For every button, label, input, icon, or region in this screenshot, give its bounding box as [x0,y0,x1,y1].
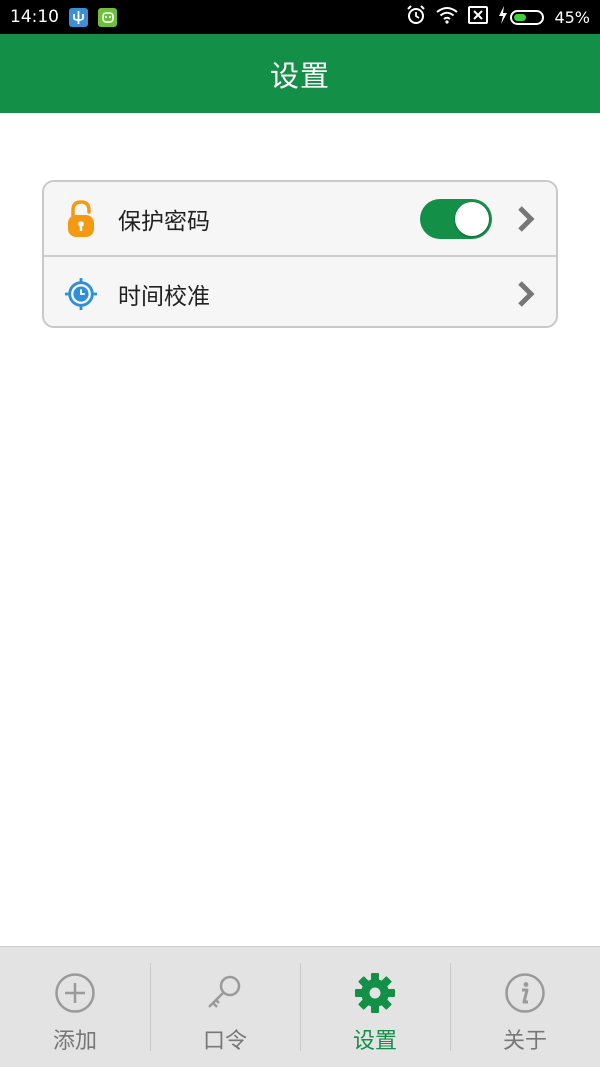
alarm-icon [406,5,426,29]
app-header: 设置 [0,34,600,113]
nav-item-settings[interactable]: 设置 [300,947,450,1067]
status-bar: 14:10 45% [0,0,600,34]
settings-item-password-protection[interactable]: 保护密码 [44,182,556,255]
nav-item-passcode[interactable]: 口令 [150,947,300,1067]
usb-icon [69,7,88,27]
add-circle-icon [53,971,97,1015]
nav-label: 口令 [202,1029,247,1054]
nav-item-about[interactable]: 关于 [450,947,600,1067]
bottom-nav: 添加 口令 设置 关于 [0,946,600,1067]
toggle-knob [455,201,489,236]
nav-item-add[interactable]: 添加 [0,947,150,1067]
status-time: 14:10 [10,7,59,27]
no-sim-icon [468,6,489,28]
key-icon [203,971,247,1015]
nav-label: 设置 [352,1029,397,1054]
wifi-icon [436,6,459,28]
chevron-right-icon [516,279,536,309]
page-title: 设置 [269,58,330,93]
nav-label: 关于 [502,1029,547,1054]
settings-item-time-calibration[interactable]: 时间校准 [44,255,556,326]
password-protection-toggle[interactable] [420,198,492,239]
clock-target-icon [64,274,98,314]
gear-icon [353,971,397,1015]
charging-icon [498,6,508,28]
battery-percent: 45% [554,7,590,27]
battery-icon [510,9,545,25]
android-icon [98,7,117,27]
settings-item-label: 保护密码 [118,208,210,235]
chevron-right-icon [516,204,536,234]
settings-item-label: 时间校准 [118,283,210,310]
settings-list: 保护密码 时间校准 [42,180,558,328]
nav-label: 添加 [52,1029,97,1054]
info-icon [503,971,547,1015]
lock-icon [64,199,98,239]
